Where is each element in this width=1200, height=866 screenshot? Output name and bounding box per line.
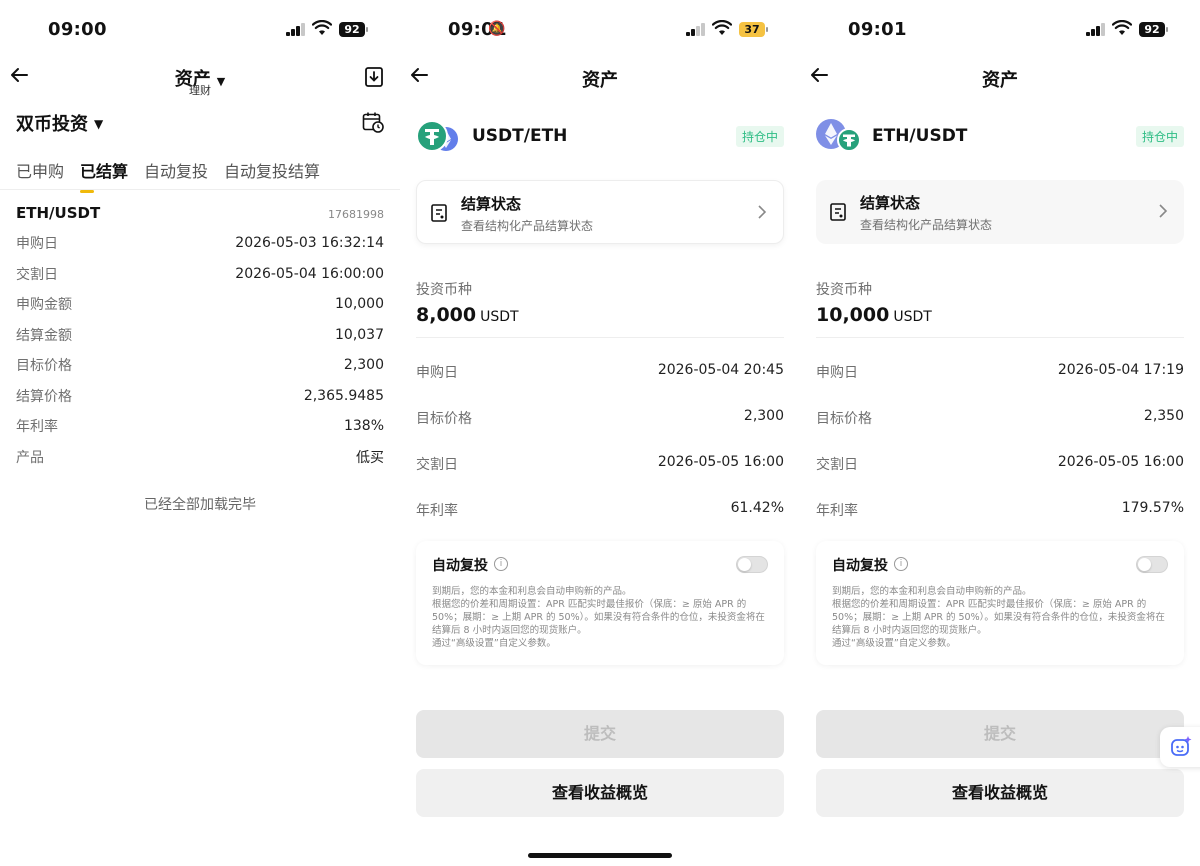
cellular-signal-icon	[286, 23, 306, 36]
divider	[0, 189, 400, 190]
info-icon[interactable]: i	[894, 557, 908, 571]
sparkle-face-icon	[1171, 736, 1192, 756]
auto-reinvest-title: 自动复投	[432, 558, 488, 574]
status-bar: 09:01 🔕 37	[400, 0, 800, 58]
detail-row: 交割日 2026-05-05 16:00	[816, 454, 1184, 473]
status-badge: 持仓中	[735, 126, 784, 147]
wifi-icon	[312, 20, 332, 35]
wifi-icon	[712, 20, 732, 35]
view-earnings-button[interactable]: 查看收益概览	[816, 769, 1184, 817]
status-time: 09:01	[848, 19, 907, 40]
detail-row: 交割日 2026-05-04 16:00:00	[16, 265, 384, 283]
divider	[816, 337, 1184, 338]
auto-reinvest-desc: 到期后，您的本金和利息会自动申购新的产品。 根据您的价差和周期设置：APR 匹配…	[832, 586, 1165, 649]
submit-button[interactable]: 提交	[416, 710, 784, 758]
nav-header: 资产	[800, 58, 1200, 98]
usdt-eth-coin-icon	[416, 120, 458, 152]
tab-settled[interactable]: 已结算	[80, 158, 128, 193]
invest-currency-label: 投资币种	[416, 282, 472, 298]
battery-icon: 37	[739, 22, 768, 37]
detail-row: 目标价格 2,300	[416, 408, 784, 427]
status-bar: 09:00 92	[0, 0, 400, 58]
submit-button[interactable]: 提交	[816, 710, 1184, 758]
invest-amount: 10,000 USDT	[816, 304, 932, 326]
settled-order-card[interactable]: ETH/USDT 17681998 申购日 2026-05-03 16:32:14…	[16, 204, 384, 472]
product-pair: ETH/USDT	[872, 126, 968, 146]
dropdown-caret-icon: ▼	[94, 117, 104, 131]
chevron-right-icon	[1159, 204, 1168, 218]
order-id: 17681998	[328, 208, 384, 221]
home-indicator	[528, 853, 672, 858]
wifi-icon	[1112, 20, 1132, 35]
product-selector[interactable]: 双币投资 ▼	[16, 110, 103, 136]
detail-row: 目标价格 2,350	[816, 408, 1184, 427]
tab-bar: 已申购 已结算 自动复投 自动复投结算	[16, 158, 320, 193]
auto-reinvest-toggle[interactable]	[1136, 556, 1168, 573]
detail-row: 结算价格 2,365.9485	[16, 387, 384, 405]
nav-title: 资产	[982, 70, 1018, 91]
detail-row: 年利率 179.57%	[816, 500, 1184, 519]
battery-icon: 92	[339, 22, 368, 37]
status-time: 09:00	[48, 19, 107, 40]
detail-row: 申购日 2026-05-04 20:45	[416, 362, 784, 381]
info-icon[interactable]: i	[494, 557, 508, 571]
nav-header: 资产	[400, 58, 800, 98]
settlement-title: 结算状态	[461, 195, 522, 213]
receipt-icon	[431, 204, 447, 222]
auto-reinvest-desc: 到期后，您的本金和利息会自动申购新的产品。 根据您的价差和周期设置：APR 匹配…	[432, 586, 765, 649]
settlement-desc: 查看结构化产品结算状态	[461, 219, 594, 233]
nav-header: 资产 ▼ 理财	[0, 58, 400, 98]
ai-assistant-button[interactable]	[1160, 727, 1200, 767]
auto-reinvest-card: 自动复投 i 到期后，您的本金和利息会自动申购新的产品。 根据您的价差和周期设置…	[816, 541, 1184, 665]
panel-position-usdt-eth: 09:01 🔕 37 资产 USDT/ETH 持仓中 结算状态 查看结构化产品结…	[400, 0, 800, 866]
auto-reinvest-title: 自动复投	[832, 558, 888, 574]
product-pair: USDT/ETH	[472, 126, 568, 146]
settlement-status-card[interactable]: 结算状态 查看结构化产品结算状态	[416, 180, 784, 244]
download-icon[interactable]	[364, 66, 384, 88]
tab-auto-reinvest[interactable]: 自动复投	[144, 158, 208, 188]
battery-icon: 92	[1139, 22, 1168, 37]
detail-row: 申购金额 10,000	[16, 296, 384, 314]
panel-settled-list: 09:00 92 资产 ▼ 理财 双币投资 ▼ 已申购 已结算 自动复投 自动复投结…	[0, 0, 400, 866]
product-header: USDT/ETH 持仓中	[416, 118, 784, 154]
order-pair: ETH/USDT	[16, 204, 101, 222]
detail-row: 申购日 2026-05-04 17:19	[816, 362, 1184, 381]
status-bar: 09:01 92	[800, 0, 1200, 58]
receipt-icon	[830, 203, 846, 221]
panel-position-eth-usdt: 09:01 92 资产 ETH/USDT 持仓中 结算状态 查看结构化产品结算状…	[800, 0, 1200, 866]
all-loaded-text: 已经全部加载完毕	[144, 497, 256, 513]
auto-reinvest-card: 自动复投 i 到期后，您的本金和利息会自动申购新的产品。 根据您的价差和周期设置…	[416, 541, 784, 665]
invest-amount: 8,000 USDT	[416, 304, 519, 326]
settlement-status-card[interactable]: 结算状态 查看结构化产品结算状态	[816, 180, 1184, 244]
chevron-right-icon	[758, 205, 767, 219]
tab-auto-reinvest-settled[interactable]: 自动复投结算	[224, 158, 320, 188]
detail-row: 产品 低买	[16, 449, 384, 466]
product-header: ETH/USDT 持仓中	[816, 118, 1184, 154]
detail-row: 结算金额 10,037	[16, 326, 384, 344]
detail-row: 年利率 138%	[16, 418, 384, 436]
detail-row: 目标价格 2,300	[16, 357, 384, 375]
nav-subtitle: 理财	[189, 84, 211, 97]
settlement-title: 结算状态	[860, 194, 921, 212]
nav-title: 资产	[582, 70, 618, 91]
cellular-signal-icon	[1086, 23, 1106, 36]
bell-slash-icon: 🔕	[488, 21, 506, 37]
auto-reinvest-toggle[interactable]	[736, 556, 768, 573]
detail-row: 申购日 2026-05-03 16:32:14	[16, 235, 384, 253]
cellular-signal-icon	[686, 23, 706, 36]
divider	[416, 337, 784, 338]
detail-row: 交割日 2026-05-05 16:00	[416, 454, 784, 473]
eth-usdt-coin-icon	[816, 119, 861, 152]
detail-row: 年利率 61.42%	[416, 500, 784, 519]
invest-currency-label: 投资币种	[816, 282, 872, 298]
calendar-clock-icon[interactable]	[362, 111, 384, 133]
tab-subscribed[interactable]: 已申购	[16, 158, 64, 188]
settlement-desc: 查看结构化产品结算状态	[860, 218, 993, 232]
view-earnings-button[interactable]: 查看收益概览	[416, 769, 784, 817]
status-badge: 持仓中	[1135, 126, 1184, 147]
